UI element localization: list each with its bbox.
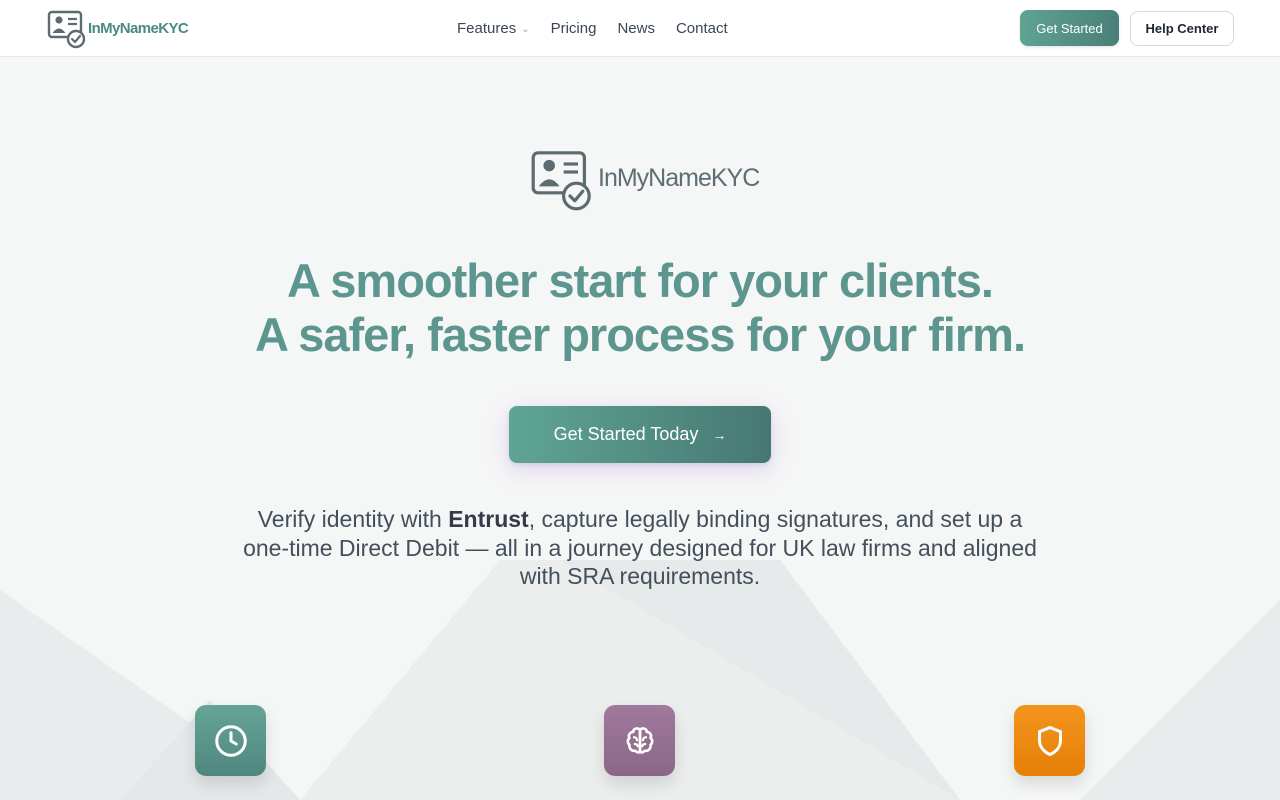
nav-logo-text: InMyNameKYC bbox=[88, 19, 189, 37]
subtext-bold-entrust: Entrust bbox=[448, 506, 529, 532]
nav-link-pricing[interactable]: Pricing bbox=[551, 20, 597, 37]
nav-links: Features ⌄ Pricing News Contact bbox=[457, 0, 749, 56]
headline-line-2: A safer, faster process for your firm. bbox=[255, 308, 1026, 361]
headline-line-1: A smoother start for your clients. bbox=[287, 254, 994, 307]
top-navbar: InMyNameKYC Features ⌄ Pricing News Cont… bbox=[0, 0, 1280, 57]
nav-link-features[interactable]: Features ⌄ bbox=[457, 20, 530, 37]
feature-card-shield bbox=[1014, 705, 1085, 776]
feature-card-brain bbox=[604, 705, 675, 776]
hero-subtext: Verify identity with Entrust, capture le… bbox=[240, 505, 1040, 591]
hero-logo-text: InMyNameKYC bbox=[598, 163, 760, 192]
hero-logo: InMyNameKYC bbox=[530, 147, 760, 213]
clock-icon bbox=[214, 724, 247, 757]
feature-card-clock bbox=[195, 705, 266, 776]
nav-link-features-label: Features bbox=[457, 19, 517, 37]
get-started-today-button[interactable]: Get Started Today → bbox=[509, 406, 771, 463]
nav-link-contact[interactable]: Contact bbox=[676, 20, 728, 37]
nav-logo[interactable]: InMyNameKYC bbox=[47, 9, 189, 49]
background-shapes bbox=[0, 560, 1280, 800]
shield-icon bbox=[1037, 725, 1062, 756]
brain-icon bbox=[626, 726, 653, 754]
hero-headline: A smoother start for your clients. A saf… bbox=[0, 254, 1280, 362]
subtext-part-1: Verify identity with bbox=[257, 506, 449, 532]
cta-label: Get Started Today bbox=[553, 424, 699, 444]
help-center-button[interactable]: Help Center bbox=[1130, 11, 1234, 46]
arrow-right-icon: → bbox=[712, 426, 727, 443]
get-started-button[interactable]: Get Started bbox=[1020, 10, 1119, 46]
nav-link-news[interactable]: News bbox=[617, 20, 655, 37]
id-card-check-icon bbox=[531, 151, 591, 211]
id-card-check-icon bbox=[47, 10, 86, 49]
chevron-down-icon: ⌄ bbox=[521, 23, 530, 35]
